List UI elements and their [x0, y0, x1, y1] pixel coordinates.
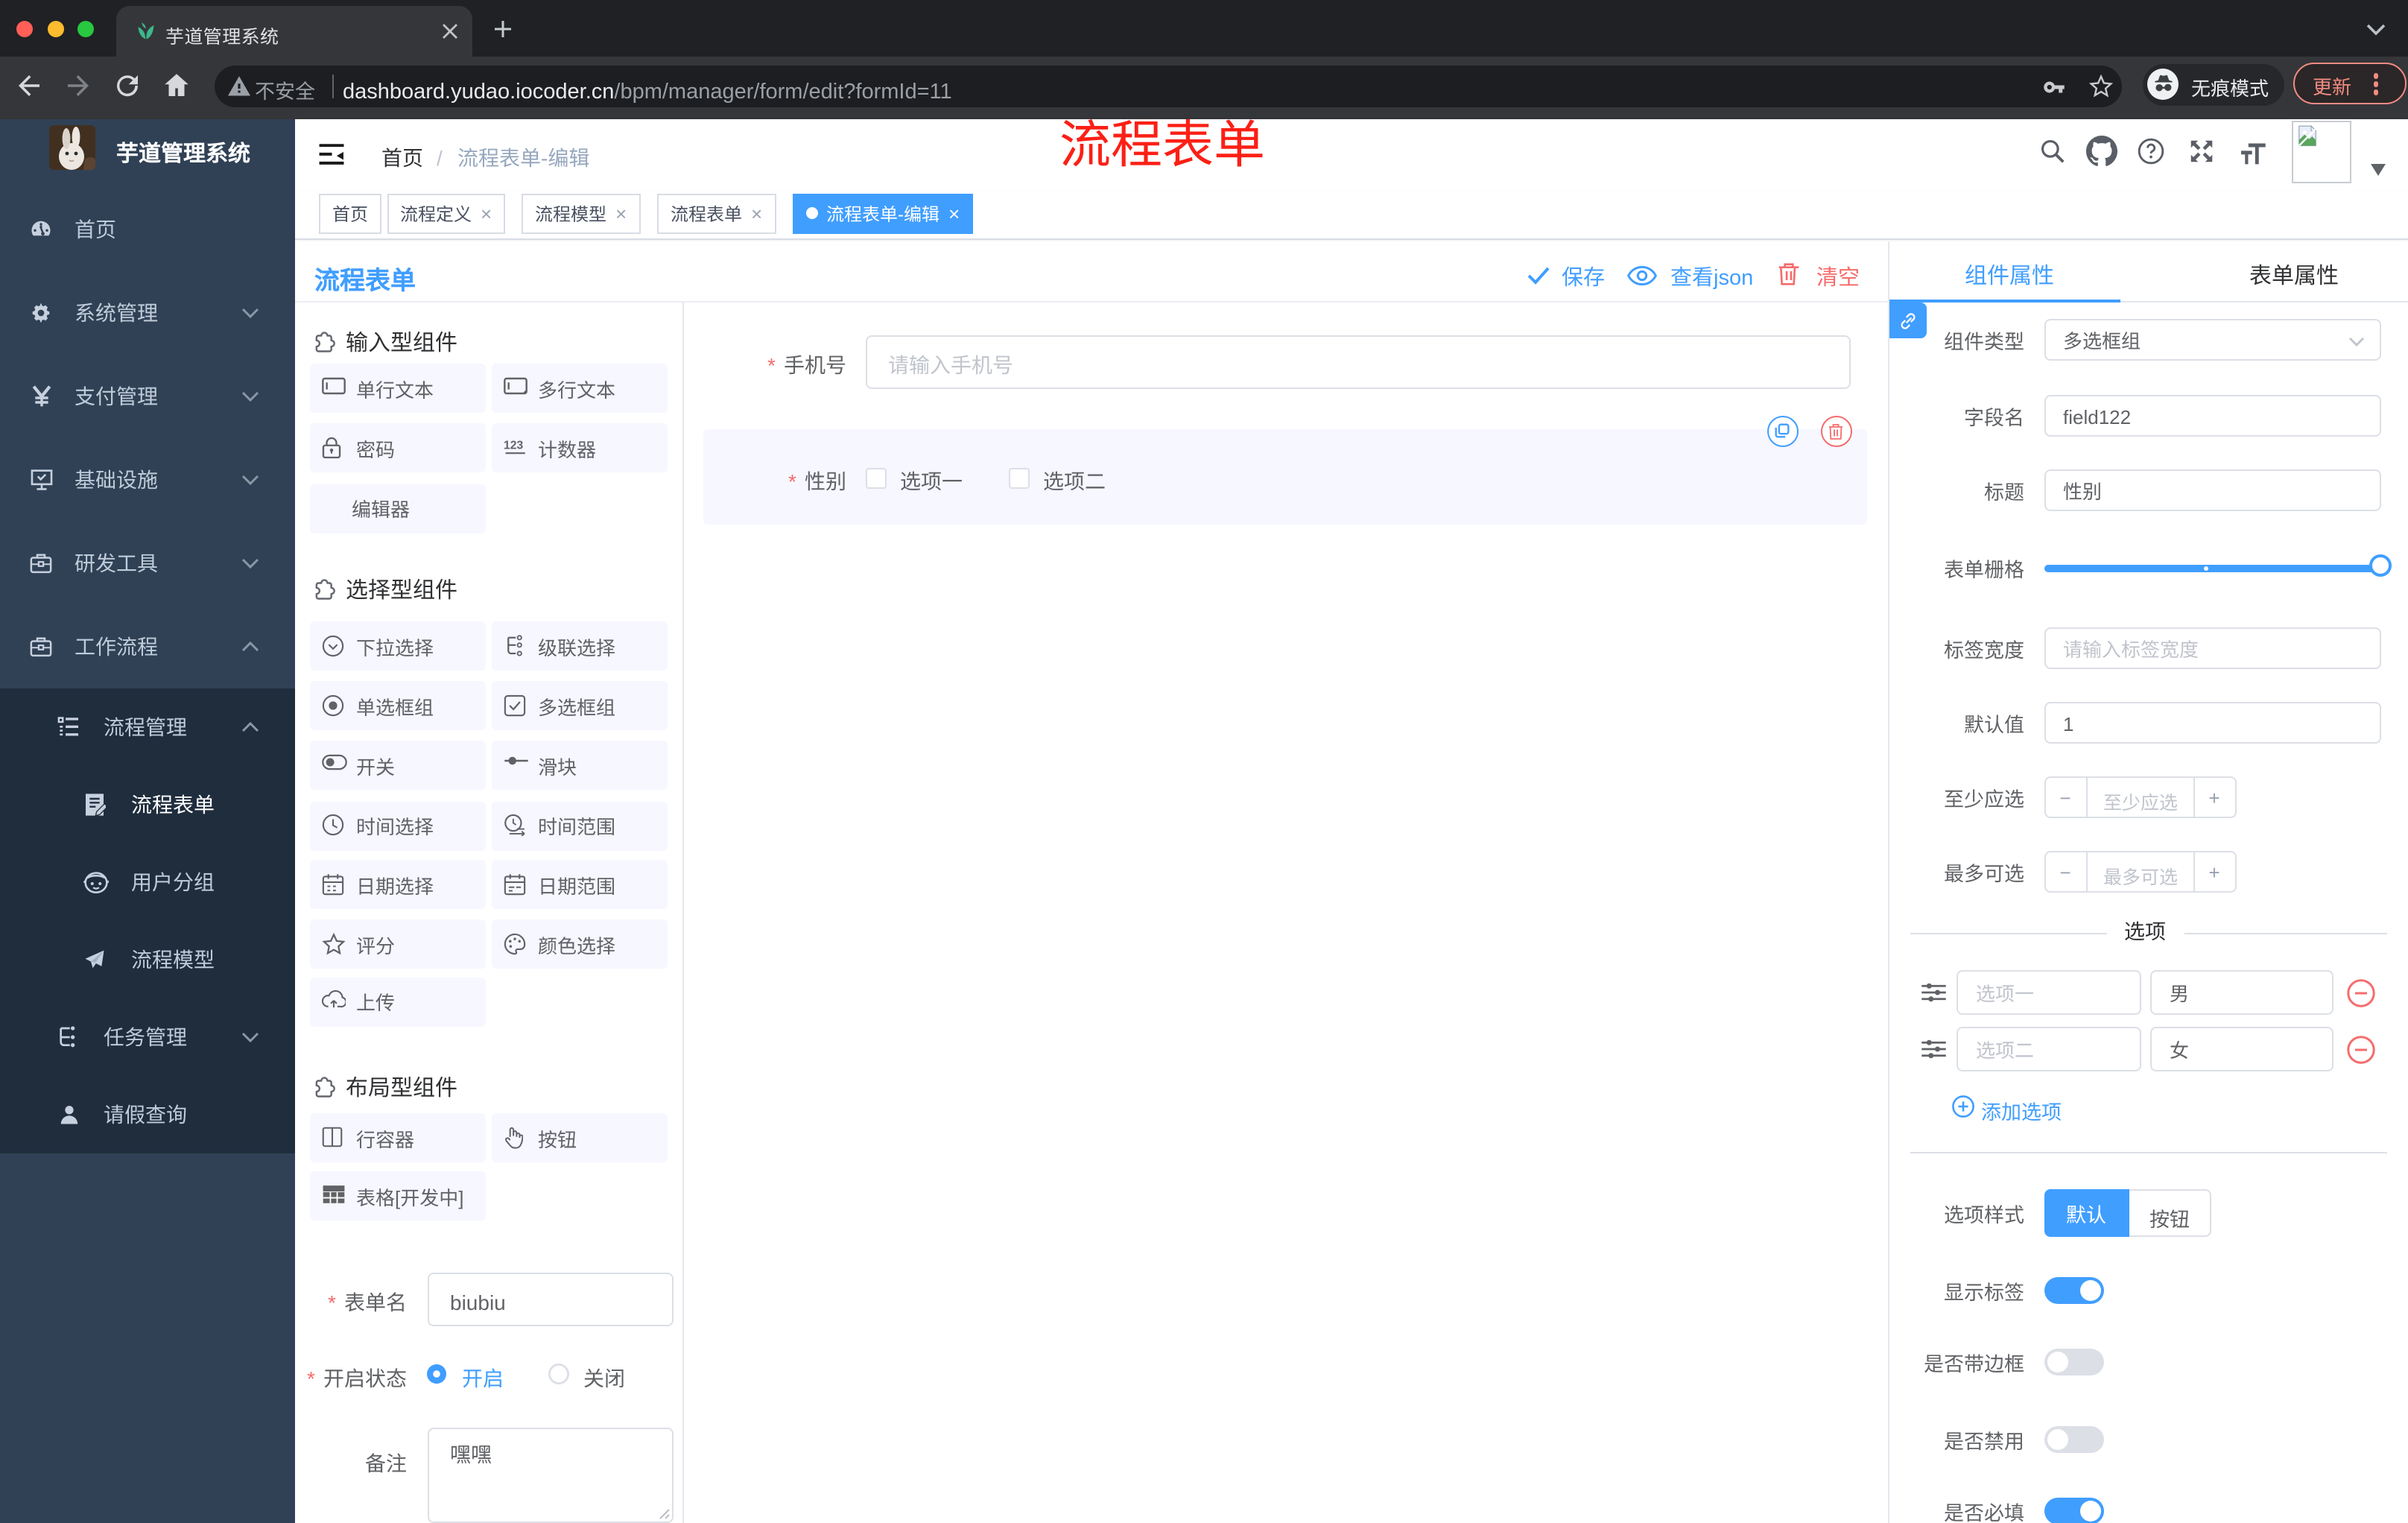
svg-text:123: 123 [504, 438, 523, 451]
